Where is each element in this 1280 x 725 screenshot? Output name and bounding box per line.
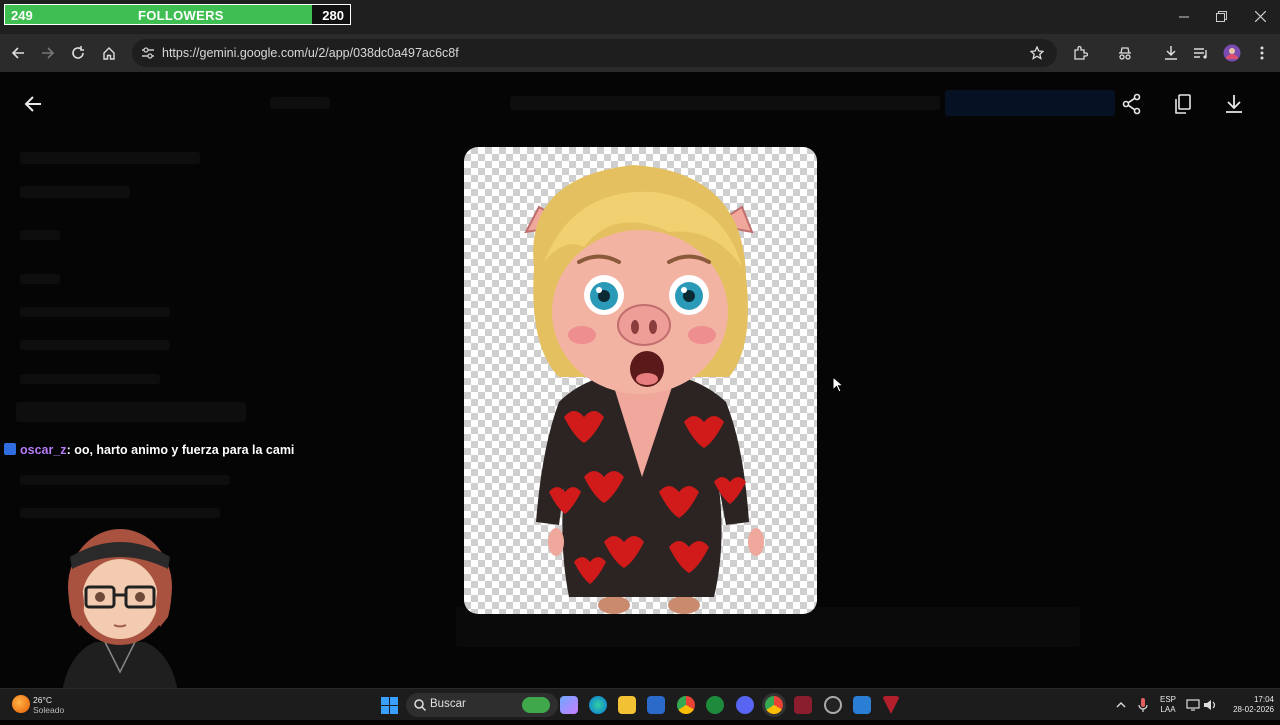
forward-icon [42,47,55,59]
background-page-shade [20,374,160,384]
copy-icon [1175,94,1191,114]
reload-button[interactable] [67,42,89,64]
photos-icon[interactable] [853,696,871,714]
background-page-shade [945,90,1115,116]
clock-date: 28-02-2026 [1233,705,1274,714]
language-code: ESP [1159,695,1176,704]
background-page-shade [20,340,170,350]
forward-button[interactable] [37,42,59,64]
background-page-shade [510,96,940,110]
home-icon [103,47,115,60]
background-page-shade [20,307,170,317]
restore-icon [1215,11,1227,22]
profile-avatar-icon [1223,44,1241,62]
kebab-menu-icon [1260,46,1264,60]
pig-character-illustration [524,165,764,614]
maximize-button[interactable] [1205,6,1237,28]
chat-badge-icon [4,443,16,455]
followers-current: 249 [11,8,33,23]
image-viewer-overlay [0,72,1280,688]
weather-temp: 26°C [33,695,52,705]
game-icon[interactable] [882,696,900,714]
discord-icon[interactable] [736,696,754,714]
address-bar[interactable]: https://gemini.google.com/u/2/app/038dc0… [132,39,1057,67]
followers-goal-bar: 249 FOLLOWERS 280 [4,4,351,25]
window-title-bar: 249 FOLLOWERS 280 [0,0,1280,34]
weather-sun-icon[interactable] [12,695,30,713]
obs-icon[interactable] [824,696,842,714]
background-page-shade [20,475,230,485]
minimize-button[interactable] [1168,6,1200,28]
windows-logo-icon [381,697,398,714]
chat-username: oscar_z [20,443,67,457]
mouse-cursor-icon [832,376,844,393]
taskbar-search-box[interactable]: Buscar [406,693,558,717]
bookmark-star-icon[interactable] [1030,46,1044,60]
viewer-download-button[interactable] [1222,92,1246,116]
background-page-shade [20,186,130,198]
followers-goal: 280 [322,8,344,23]
search-icon [414,699,426,711]
start-button[interactable] [381,697,398,714]
language-indicator[interactable]: ESP LAA [1158,695,1178,715]
edge-icon[interactable] [589,696,607,714]
media-icon [1194,48,1207,59]
background-page-shade [20,230,60,240]
home-button[interactable] [98,42,120,64]
volume-icon[interactable] [1203,699,1217,711]
weather-desc: Soleado [33,705,65,715]
incognito-button[interactable] [1114,42,1136,64]
windows-taskbar: 26°C Soleado Buscar ESP LAA 17:04 28-02-… [0,688,1280,720]
chrome-icon[interactable] [677,696,695,714]
search-highlight-icon [522,697,550,713]
viewer-share-button[interactable] [1120,92,1144,116]
generated-image [464,147,817,614]
chat-message-text: : oo, harto animo y fuerza para la cami [66,443,295,457]
clock-time: 17:04 [1253,695,1274,704]
browser-menu-button[interactable] [1251,42,1273,64]
viewer-copy-button[interactable] [1171,92,1195,116]
app-icon[interactable] [794,696,812,714]
store-icon[interactable] [647,696,665,714]
downloads-button[interactable] [1160,42,1182,64]
background-page-shade [20,274,60,284]
chevron-up-icon[interactable] [1116,701,1126,708]
search-placeholder: Buscar [430,698,466,710]
background-page-shade [270,97,330,109]
keyboard-layout: LAA [1160,705,1176,714]
network-icon[interactable] [1186,699,1200,711]
site-info-icon[interactable] [141,46,155,60]
chrome-active-icon[interactable] [765,696,783,714]
back-arrow-icon [24,96,41,112]
browser-toolbar: https://gemini.google.com/u/2/app/038dc0… [0,34,1280,72]
background-page-shade [20,152,200,164]
incognito-icon [1119,47,1131,60]
close-icon [1254,10,1266,23]
back-button[interactable] [7,42,29,64]
xbox-icon[interactable] [706,696,724,714]
reload-icon [72,46,84,59]
extensions-button[interactable] [1069,42,1091,64]
copilot-icon[interactable] [560,696,578,714]
back-icon [11,47,24,59]
viewer-back-button[interactable] [22,92,46,116]
url-text[interactable]: https://gemini.google.com/u/2/app/038dc0… [162,46,459,60]
stream-chat-message: oscar_z: oo, harto animo y fuerza para l… [4,443,294,457]
media-button[interactable] [1190,42,1212,64]
share-icon [1122,93,1141,115]
microphone-icon[interactable] [1138,698,1148,712]
clock[interactable]: 17:04 28-02-2026 [1218,695,1274,715]
download-icon [1165,46,1177,60]
file-explorer-icon[interactable] [618,696,636,714]
followers-label: FOLLOWERS [138,8,224,23]
minimize-icon [1179,16,1189,18]
weather-widget[interactable]: 26°C Soleado [33,695,64,715]
profile-button[interactable] [1221,42,1243,64]
extensions-icon [1074,45,1088,60]
download-icon [1226,95,1242,113]
close-button[interactable] [1244,6,1276,28]
background-page-shade [16,402,246,422]
